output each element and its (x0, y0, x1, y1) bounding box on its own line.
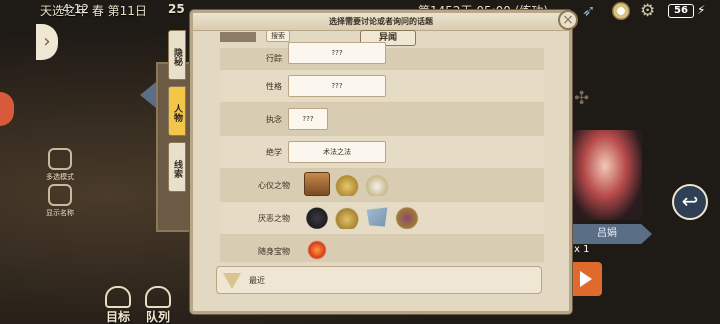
team-label: 队列 (145, 310, 170, 324)
show-names-label: 显示名称 (46, 209, 74, 217)
gear-icon[interactable]: ⚙ (640, 2, 658, 20)
multi-select-icon (48, 148, 72, 170)
target-label: 目标 (105, 310, 130, 324)
target-button[interactable]: 目标 (98, 286, 138, 324)
character-name-tag: 吕娟 (562, 224, 652, 244)
chest-icon[interactable] (304, 172, 330, 196)
topic-list-scroll[interactable]: 搜索 异闻 行踪 ??? 性格 ??? 执念 ??? 绝学 术法之法 心仪之物 (216, 30, 544, 262)
fruit-bowl-icon[interactable] (394, 205, 420, 229)
system-clock: 4:12 (62, 2, 89, 16)
gold-ingot-icon[interactable] (334, 172, 360, 196)
cloth-icon[interactable] (366, 207, 388, 227)
counter-value: 25 (168, 2, 185, 16)
pinwheel-icon: ✣ (574, 88, 590, 109)
ink-stone-icon[interactable] (304, 205, 330, 229)
info-row-disliked-items[interactable]: 厌恶之物 (220, 202, 544, 235)
target-icon (105, 286, 131, 308)
play-button[interactable] (568, 262, 602, 296)
game-date: 天选之年 春 第11日 (40, 4, 147, 18)
info-row-skill[interactable]: 绝学 术法之法 (220, 136, 544, 169)
show-names-button[interactable]: 显示名称 (40, 184, 80, 218)
team-icon (145, 286, 171, 308)
info-row-whereabouts[interactable]: 行踪 ??? (220, 42, 544, 70)
multiplier-label: x 1 (574, 244, 590, 255)
row-value: ??? (288, 108, 328, 130)
multi-select-label: 多选模式 (46, 173, 74, 181)
collapse-triangle-icon[interactable] (223, 273, 241, 289)
row-label: 心仪之物 (258, 181, 290, 190)
tab-secrets[interactable]: 隐秘 (168, 30, 186, 80)
close-button[interactable]: × (558, 10, 578, 30)
info-rows: 行踪 ??? 性格 ??? 执念 ??? 绝学 术法之法 心仪之物 厌恶之物 随… (220, 42, 544, 262)
battery-indicator: 56 (668, 4, 694, 18)
search-input[interactable] (220, 32, 256, 42)
eye-icon (48, 184, 72, 206)
info-row-obsession[interactable]: 执念 ??? (220, 103, 544, 136)
search-button[interactable]: 搜索 (266, 30, 290, 42)
dialog-title: 选择需要讨论或者询问的话题 (193, 13, 569, 31)
gold-pile-icon[interactable] (334, 205, 360, 229)
feather-icon[interactable]: ➶ (582, 1, 602, 21)
info-row-liked-items[interactable]: 心仪之物 (220, 169, 544, 202)
recent-topics-bar[interactable]: 最近 (216, 266, 542, 294)
row-label: 随身宝物 (258, 247, 290, 256)
row-value: 术法之法 (288, 141, 386, 163)
recent-label: 最近 (249, 276, 265, 285)
info-row-treasures[interactable]: 随身宝物 (220, 235, 544, 262)
multi-select-button[interactable]: 多选模式 (40, 148, 80, 182)
red-orb-icon[interactable] (304, 238, 330, 262)
character-portrait[interactable] (568, 130, 642, 220)
info-row-personality[interactable]: 性格 ??? (220, 70, 544, 103)
team-button[interactable]: 队列 (138, 286, 178, 324)
flower-icon[interactable] (612, 2, 630, 20)
charging-icon: ⚡ (697, 3, 706, 17)
row-value: ??? (288, 42, 386, 64)
silver-ore-icon[interactable] (364, 172, 390, 196)
back-button[interactable]: ↩ (672, 184, 708, 220)
row-label: 厌恶之物 (258, 214, 290, 223)
tab-clues[interactable]: 线索 (168, 142, 186, 192)
row-value: ??? (288, 75, 386, 97)
tab-characters[interactable]: 人物 (168, 86, 186, 136)
